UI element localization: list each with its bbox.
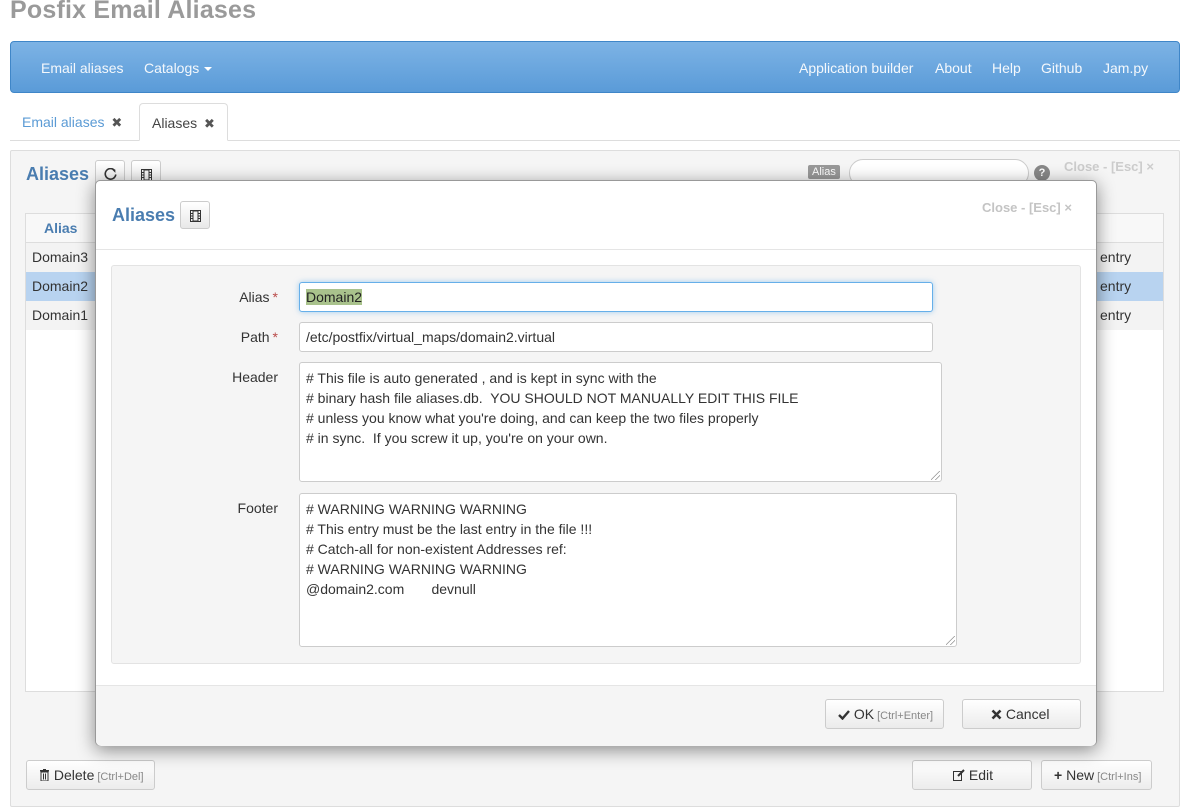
- nav-help[interactable]: Help: [992, 60, 1021, 76]
- footer-textarea[interactable]: # WARNING WARNING WARNING # This entry m…: [299, 493, 957, 647]
- required-marker: *: [272, 289, 278, 305]
- ok-label: OK: [853, 706, 875, 722]
- resize-grip-icon[interactable]: [931, 471, 940, 480]
- app-title: Posfix Email Aliases: [10, 0, 257, 24]
- close-icon[interactable]: ✖: [204, 116, 215, 131]
- edit-label: Edit: [968, 767, 994, 783]
- plus-icon: +: [1054, 767, 1063, 783]
- cancel-label: Cancel: [1005, 706, 1050, 722]
- nav-about[interactable]: About: [935, 60, 972, 76]
- check-icon: [838, 710, 850, 721]
- trash-icon: [40, 769, 49, 782]
- alias-field[interactable]: Domain2: [299, 282, 933, 312]
- cell-tail: entry: [1100, 307, 1132, 323]
- header-textarea[interactable]: # This file is auto generated , and is k…: [299, 362, 942, 482]
- tab-label: Email aliases: [22, 114, 105, 130]
- dialog-header-divider: [96, 249, 1096, 250]
- resize-grip-icon[interactable]: [946, 636, 955, 645]
- alias-field-value: Domain2: [306, 289, 363, 305]
- panel-close-button[interactable]: Close - [Esc] ×: [1064, 159, 1154, 174]
- required-marker: *: [272, 329, 278, 345]
- dialog-title: Aliases: [112, 205, 176, 225]
- x-icon: [991, 709, 1002, 720]
- header-text: # This file is auto generated , and is k…: [306, 370, 799, 446]
- header-label: Header: [232, 369, 278, 385]
- film-icon: [189, 209, 201, 222]
- nav-email-aliases[interactable]: Email aliases: [41, 60, 123, 76]
- caret-down-icon: [204, 67, 213, 72]
- nav-github[interactable]: Github: [1041, 60, 1082, 76]
- path-field[interactable]: /etc/postfix/virtual_maps/domain2.virtua…: [299, 322, 933, 352]
- cell-alias: Domain3: [32, 249, 89, 265]
- tab-email-aliases[interactable]: Email aliases ✖: [10, 103, 134, 141]
- nav-catalogs[interactable]: Catalogs: [144, 60, 213, 76]
- edit-icon: [953, 769, 965, 781]
- nav-catalogs-label: Catalogs: [144, 60, 200, 76]
- film-icon: [140, 168, 152, 181]
- tab-aliases[interactable]: Aliases ✖: [139, 103, 228, 141]
- cell-alias: Domain1: [32, 307, 89, 323]
- nav-jampy[interactable]: Jam.py: [1103, 60, 1148, 76]
- cancel-button[interactable]: Cancel: [962, 699, 1081, 729]
- new-button[interactable]: + New [Ctrl+Ins]: [1041, 760, 1153, 790]
- delete-hint: [Ctrl+Del]: [97, 771, 144, 783]
- tab-label: Aliases: [152, 115, 198, 131]
- navbar: Email aliases Catalogs Application build…: [10, 41, 1180, 93]
- path-label-text: Path: [240, 329, 270, 345]
- cell-tail: entry: [1100, 278, 1132, 294]
- edit-button[interactable]: Edit: [912, 760, 1032, 790]
- close-icon[interactable]: ✖: [111, 115, 122, 130]
- ok-hint: [Ctrl+Enter]: [877, 710, 934, 722]
- path-label: Path *: [158, 329, 278, 345]
- search-field-label: Alias: [808, 165, 840, 179]
- cell-tail: entry: [1100, 249, 1132, 265]
- edit-dialog: Aliases Close - [Esc] × Alias * Domain2 P…: [95, 180, 1097, 746]
- new-hint: [Ctrl+Ins]: [1097, 771, 1142, 783]
- new-label: New: [1066, 767, 1095, 783]
- dialog-layout-button[interactable]: [180, 201, 210, 229]
- delete-label: Delete: [53, 767, 95, 783]
- cell-alias: Domain2: [32, 278, 89, 294]
- column-header-alias[interactable]: Alias: [44, 220, 77, 236]
- dialog-close-button[interactable]: Close - [Esc] ×: [982, 200, 1072, 215]
- footer-label: Footer: [237, 500, 278, 516]
- panel-title: Aliases: [26, 164, 90, 184]
- alias-label: Alias *: [158, 289, 278, 305]
- delete-button[interactable]: Delete [Ctrl+Del]: [26, 760, 155, 790]
- ok-button[interactable]: OK [Ctrl+Enter]: [825, 699, 945, 729]
- help-icon[interactable]: ?: [1034, 165, 1050, 181]
- footer-text: # WARNING WARNING WARNING # This entry m…: [306, 501, 593, 597]
- alias-label-text: Alias: [239, 289, 270, 305]
- nav-application-builder[interactable]: Application builder: [799, 60, 913, 76]
- dialog-footer: [96, 685, 1096, 746]
